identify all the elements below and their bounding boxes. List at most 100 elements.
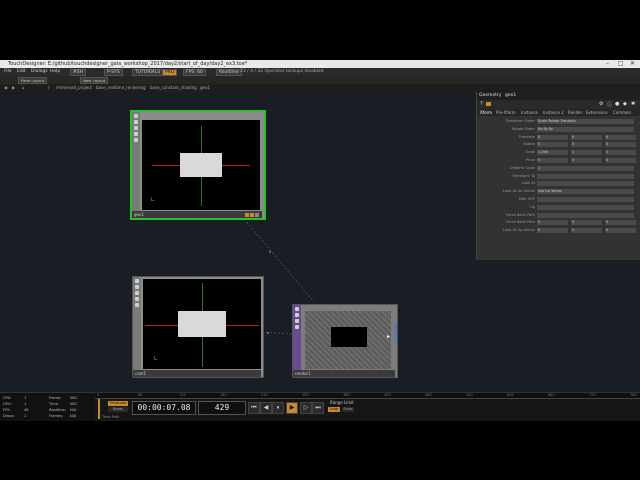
param-field[interactable]: 0 (537, 228, 568, 234)
home-icon[interactable]: ⌂ (22, 85, 25, 90)
param-field[interactable]: Use Up Vector (537, 189, 634, 195)
crumb-rendering[interactable]: base_realtime_rendering (96, 85, 146, 90)
link-icon[interactable] (135, 303, 139, 307)
param-field[interactable]: 0 (537, 158, 568, 163)
menu-file[interactable]: File (4, 69, 12, 74)
node-name[interactable]: geo1 (134, 212, 144, 217)
node-geo1[interactable]: · · ∟ geo1 (130, 110, 266, 220)
tab-render[interactable]: Render (568, 110, 582, 115)
timecode-toggle[interactable]: Timecode (108, 401, 128, 406)
display-icon[interactable] (134, 120, 138, 124)
crumb-root[interactable]: / (48, 85, 49, 90)
param-field[interactable]: 0 (571, 220, 602, 226)
realtime-toggle[interactable]: Realtime (216, 69, 242, 76)
menu-dialogs[interactable]: Dialogs (31, 69, 48, 74)
play-icon[interactable]: ▶ (286, 402, 298, 414)
param-field[interactable]: 1.296 (537, 150, 568, 156)
shortcut-button[interactable]: #SH (70, 69, 87, 76)
param-field[interactable]: Scale Rotate Translate (537, 119, 634, 124)
op-name[interactable]: geo1 (505, 93, 516, 98)
param-field[interactable]: 0 (605, 142, 636, 148)
render-icon[interactable] (135, 291, 139, 295)
close-button[interactable]: ✕ (630, 60, 635, 67)
tab-pre-xform[interactable]: Pre-Xform (496, 110, 516, 115)
display-icon[interactable] (295, 313, 299, 317)
comment-icon[interactable]: ● (615, 101, 619, 107)
close-icon[interactable] (295, 325, 299, 329)
param-field[interactable]: 0 (605, 158, 636, 163)
param-field[interactable]: 0 (605, 228, 636, 234)
node-render1[interactable]: ▸ render1 (292, 304, 398, 378)
param-field[interactable] (537, 181, 634, 187)
rewind-icon[interactable]: ⏮ (248, 402, 260, 414)
close-icon[interactable] (134, 132, 138, 136)
param-field[interactable]: 0 (537, 142, 568, 148)
pane-layout-button[interactable]: Pane Layout (18, 77, 48, 84)
param-row: Rotate 0 0 0 (477, 141, 640, 148)
tab-instance-2[interactable]: Instance 2 (543, 110, 564, 115)
tab-instance[interactable]: Instance (521, 110, 538, 115)
param-field[interactable]: 1 (605, 150, 636, 156)
param-field[interactable] (537, 173, 634, 179)
fast-forward-icon[interactable]: ⏭ (312, 402, 324, 414)
param-field[interactable]: 0 (537, 220, 568, 226)
beats-toggle[interactable]: Beats (108, 407, 128, 412)
new-layout-button[interactable]: New Layout (80, 77, 109, 84)
gear-icon[interactable]: ⚙ (599, 101, 603, 107)
render-icon[interactable] (134, 126, 138, 130)
frame-display[interactable]: 429 (198, 401, 246, 415)
timecode-display[interactable]: 00:00:07.08 (132, 401, 196, 415)
info-circle-icon[interactable]: ⓘ (607, 101, 612, 108)
crumb-current[interactable]: geo1 (200, 85, 210, 90)
info-icon[interactable] (486, 102, 491, 106)
lock-icon[interactable] (135, 279, 139, 283)
minimize-button[interactable]: – (606, 60, 609, 67)
crumb-project[interactable]: immersed_project (56, 85, 92, 90)
param-field[interactable] (537, 204, 634, 210)
forward-icon[interactable]: ▶ (12, 85, 15, 90)
output-connector[interactable] (394, 323, 397, 343)
link-icon[interactable] (134, 138, 138, 142)
param-field[interactable]: 1 (571, 150, 602, 156)
param-field[interactable]: 1 (537, 165, 634, 171)
lock-icon[interactable] (134, 114, 138, 118)
maximize-button[interactable]: □ (618, 60, 624, 67)
param-field[interactable] (537, 212, 634, 218)
step-forward-icon[interactable]: ▷ (300, 402, 312, 414)
param-field[interactable]: 0 (571, 142, 602, 148)
node-name[interactable]: cam1 (135, 371, 146, 376)
pause-icon[interactable]: ⏸ (272, 402, 284, 414)
help-icon[interactable]: ? (480, 101, 483, 107)
param-field[interactable]: 0 (571, 134, 602, 140)
lock-icon[interactable] (295, 307, 299, 311)
menu-help[interactable]: Help (50, 69, 60, 74)
tutorials-button[interactable]: TUTORIALS (132, 69, 164, 76)
playhead[interactable] (98, 399, 100, 419)
node-flags[interactable] (244, 212, 259, 217)
palette-button[interactable]: P-SYS (104, 69, 123, 76)
param-field[interactable]: Rx Ry Rz (537, 126, 634, 132)
param-field[interactable]: 0 (605, 220, 636, 226)
settings-icon[interactable]: ✱ (631, 101, 635, 107)
tab-common[interactable]: Common (613, 110, 631, 115)
back-icon[interactable]: ◀ (4, 85, 7, 90)
param-field[interactable] (537, 197, 634, 202)
param-field[interactable]: 0 (571, 228, 602, 234)
render-icon[interactable] (295, 319, 299, 323)
close-icon[interactable] (135, 297, 139, 301)
menu-edit[interactable]: Edit (17, 69, 26, 74)
tab-extensions[interactable]: Extensions (586, 110, 608, 115)
node-name[interactable]: render1 (295, 371, 311, 376)
time-ruler[interactable]: 0 60 120 180 240 300 360 420 480 540 600 660 720 780 (95, 393, 640, 399)
param-field[interactable]: 0 (605, 134, 636, 140)
tab-xform[interactable]: Xform (480, 110, 492, 115)
step-back-icon[interactable]: ◀ (260, 402, 272, 414)
display-icon[interactable] (135, 285, 139, 289)
param-field[interactable]: 0 (571, 158, 602, 163)
param-field[interactable]: 0 (537, 134, 568, 140)
once-toggle[interactable]: Once (342, 407, 354, 412)
node-cam1[interactable]: · · ∟ cam1 (132, 276, 264, 378)
loop-toggle[interactable]: Loop (328, 407, 340, 412)
python-icon[interactable]: ◆ (623, 101, 627, 107)
crumb-shading[interactable]: base_constant_shading (150, 85, 197, 90)
